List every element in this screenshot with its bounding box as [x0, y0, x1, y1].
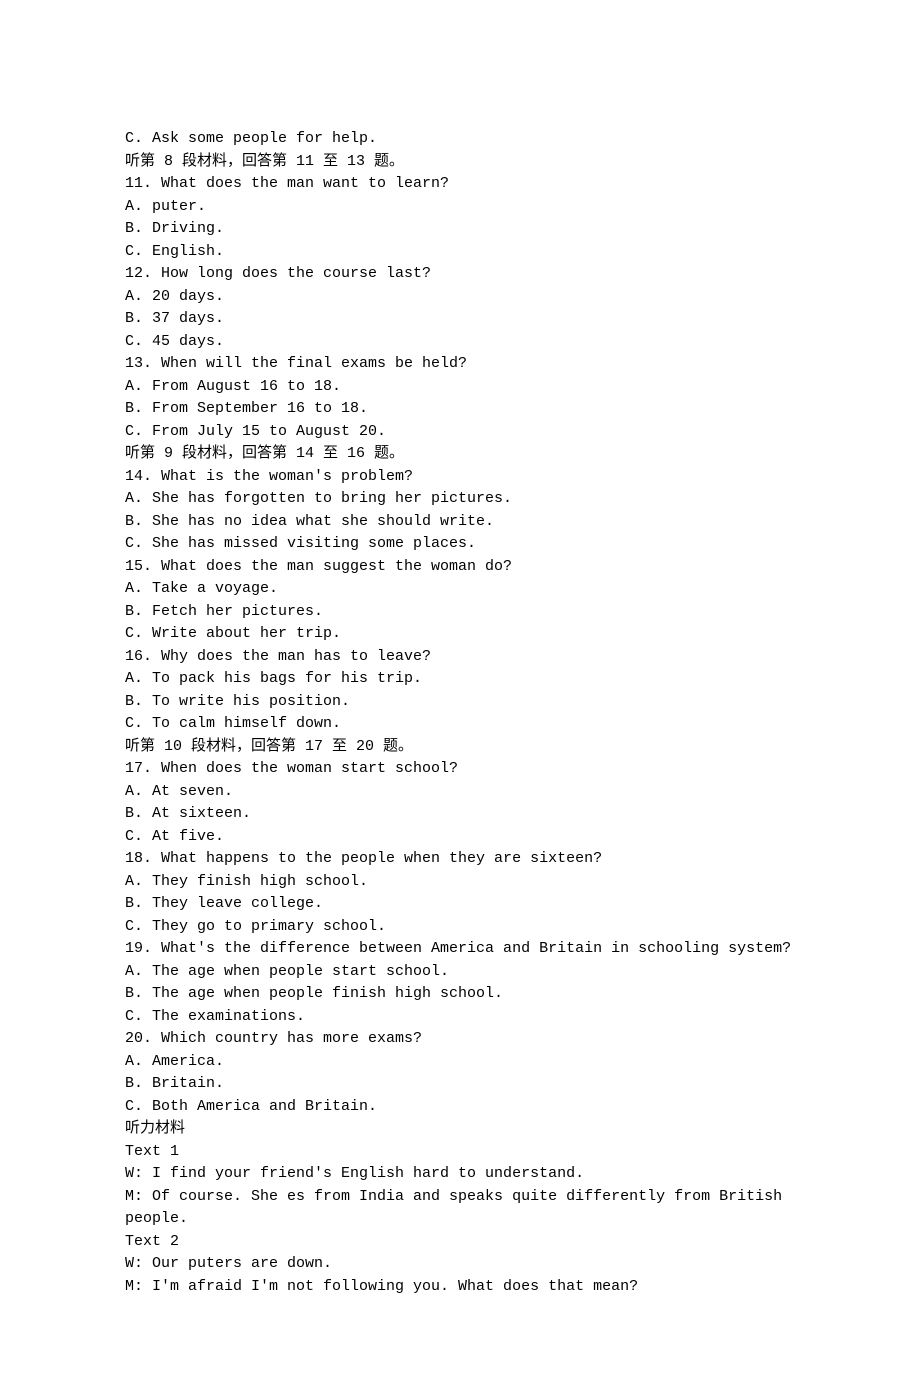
text-line: 听第 8 段材料，回答第 11 至 13 题。: [125, 151, 795, 174]
text-line: 听第 9 段材料，回答第 14 至 16 题。: [125, 443, 795, 466]
text-line: B. Fetch her pictures.: [125, 601, 795, 624]
text-line: A. America.: [125, 1051, 795, 1074]
text-line: A. 20 days.: [125, 286, 795, 309]
text-line: C. English.: [125, 241, 795, 264]
text-line: B. Britain.: [125, 1073, 795, 1096]
text-line: M: Of course. She es from India and spea…: [125, 1186, 795, 1231]
text-line: 听力材料: [125, 1118, 795, 1141]
text-line: C. 45 days.: [125, 331, 795, 354]
text-line: A. The age when people start school.: [125, 961, 795, 984]
text-line: C. From July 15 to August 20.: [125, 421, 795, 444]
text-line: A. puter.: [125, 196, 795, 219]
text-line: C. Both America and Britain.: [125, 1096, 795, 1119]
text-line: A. To pack his bags for his trip.: [125, 668, 795, 691]
text-line: W: Our puters are down.: [125, 1253, 795, 1276]
text-line: 16. Why does the man has to leave?: [125, 646, 795, 669]
text-line: C. To calm himself down.: [125, 713, 795, 736]
text-line: B. They leave college.: [125, 893, 795, 916]
text-line: A. At seven.: [125, 781, 795, 804]
text-line: A. From August 16 to 18.: [125, 376, 795, 399]
text-line: 18. What happens to the people when they…: [125, 848, 795, 871]
text-line: A. They finish high school.: [125, 871, 795, 894]
text-line: A. She has forgotten to bring her pictur…: [125, 488, 795, 511]
text-line: B. 37 days.: [125, 308, 795, 331]
text-line: A. Take a voyage.: [125, 578, 795, 601]
text-line: B. At sixteen.: [125, 803, 795, 826]
text-line: C. They go to primary school.: [125, 916, 795, 939]
text-line: Text 2: [125, 1231, 795, 1254]
text-line: C. At five.: [125, 826, 795, 849]
text-line: 19. What's the difference between Americ…: [125, 938, 795, 961]
text-line: C. Write about her trip.: [125, 623, 795, 646]
text-line: B. The age when people finish high schoo…: [125, 983, 795, 1006]
text-line: 20. Which country has more exams?: [125, 1028, 795, 1051]
text-line: B. Driving.: [125, 218, 795, 241]
text-line: M: I'm afraid I'm not following you. Wha…: [125, 1276, 795, 1299]
text-line: B. To write his position.: [125, 691, 795, 714]
text-line: C. She has missed visiting some places.: [125, 533, 795, 556]
text-line: C. Ask some people for help.: [125, 128, 795, 151]
text-line: 12. How long does the course last?: [125, 263, 795, 286]
text-line: 听第 10 段材料，回答第 17 至 20 题。: [125, 736, 795, 759]
text-line: 13. When will the final exams be held?: [125, 353, 795, 376]
text-line: 14. What is the woman's problem?: [125, 466, 795, 489]
text-line: B. From September 16 to 18.: [125, 398, 795, 421]
text-line: C. The examinations.: [125, 1006, 795, 1029]
document-page: C. Ask some people for help. 听第 8 段材料，回答…: [0, 0, 920, 1378]
text-line: 15. What does the man suggest the woman …: [125, 556, 795, 579]
text-line: Text 1: [125, 1141, 795, 1164]
text-line: 17. When does the woman start school?: [125, 758, 795, 781]
text-line: B. She has no idea what she should write…: [125, 511, 795, 534]
text-line: W: I find your friend's English hard to …: [125, 1163, 795, 1186]
text-line: 11. What does the man want to learn?: [125, 173, 795, 196]
